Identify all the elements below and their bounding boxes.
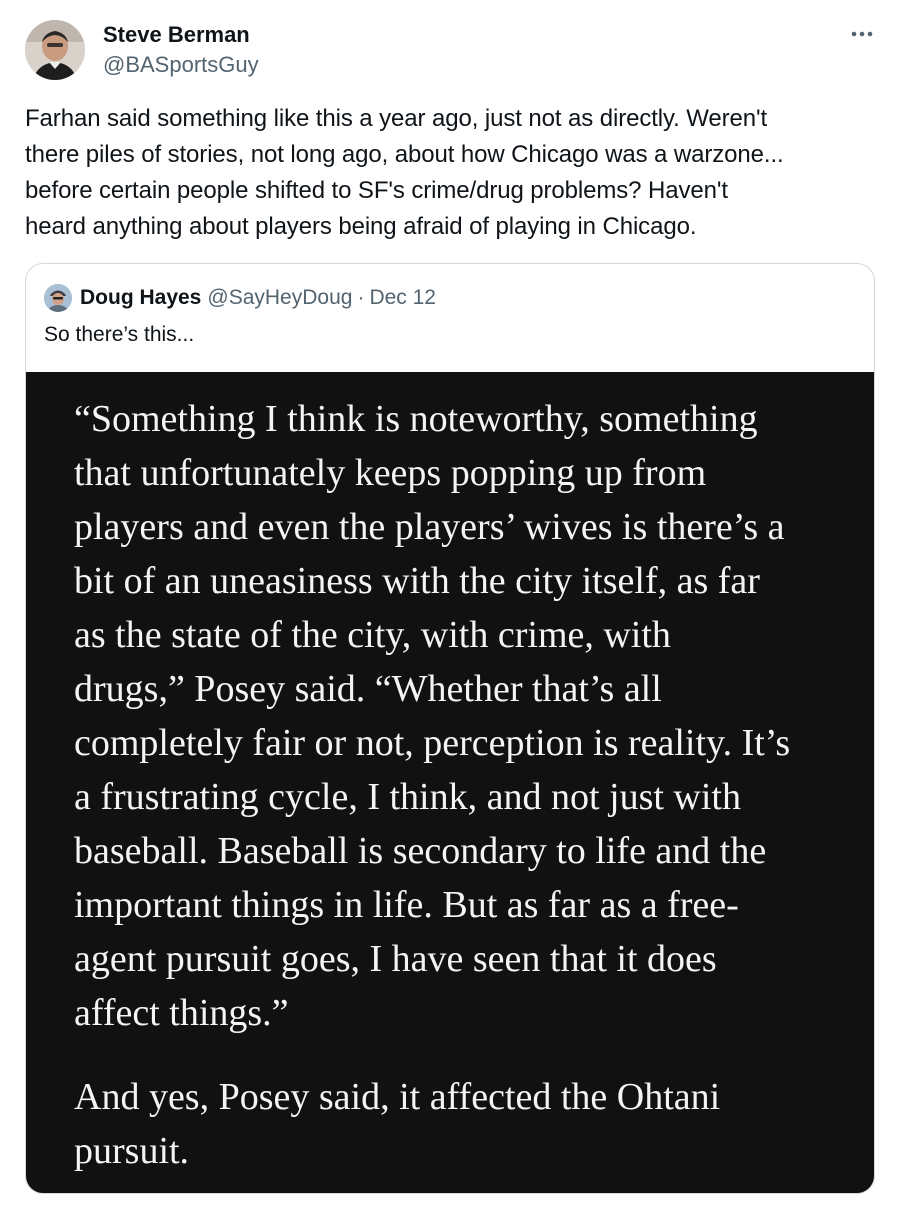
author-handle[interactable]: @BASportsGuy [103, 51, 259, 79]
avatar-photo-icon [25, 20, 85, 80]
image-quote-paragraph: “Something I think is noteworthy, someth… [74, 398, 791, 1034]
author-name[interactable]: Steve Berman [103, 21, 250, 49]
quoted-tweet-card[interactable]: Doug Hayes @SayHeyDoug · Dec 12 So there… [25, 263, 875, 1194]
tweet: Steve Berman @BASportsGuy Farhan said so… [0, 0, 908, 1212]
separator-dot: · [357, 286, 365, 309]
quoted-author-avatar [44, 284, 72, 312]
quoted-author-handle: @SayHeyDoug [207, 286, 353, 309]
tweet-text: Farhan said something like this a year a… [25, 105, 784, 240]
quoted-author-name: Doug Hayes [80, 286, 202, 309]
quoted-tweet-text: So there’s this... [44, 323, 195, 346]
quoted-tweet-date: Dec 12 [369, 286, 436, 309]
more-horizontal-icon [851, 31, 873, 37]
quoted-tweet-header: Doug Hayes @SayHeyDoug · Dec 12 [44, 284, 436, 312]
author-avatar[interactable] [25, 20, 85, 80]
image-followup-paragraph: And yes, Posey said, it affected the Oht… [74, 1076, 721, 1172]
avatar-photo-icon [44, 284, 72, 312]
more-options-button[interactable] [842, 18, 882, 50]
quoted-tweet-image[interactable]: “Something I think is noteworthy, someth… [26, 372, 874, 1193]
